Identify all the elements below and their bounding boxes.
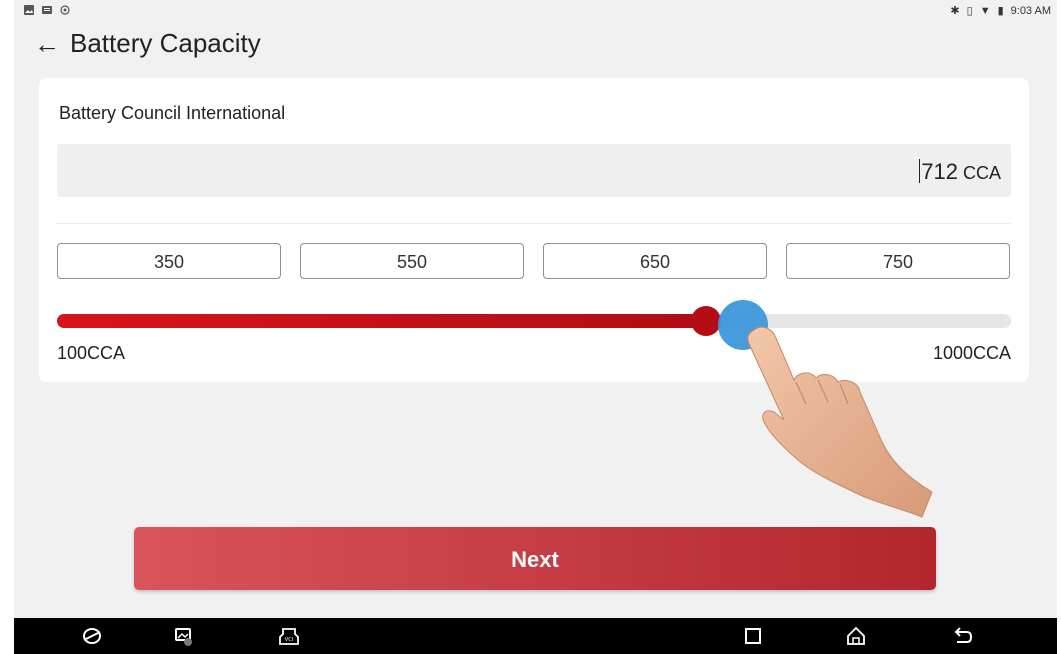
cca-value-display: 712 CCA — [919, 159, 1001, 185]
preset-button-750[interactable]: 750 — [786, 243, 1010, 279]
svg-text:VCI: VCI — [285, 637, 293, 643]
bluetooth-icon: ✱ — [950, 5, 960, 17]
slider-min-label: 100CCA — [57, 343, 126, 363]
settings-notification-icon — [60, 5, 70, 15]
image-notification-icon — [24, 5, 34, 15]
page-title: Battery Capacity — [70, 28, 261, 58]
message-notification-icon — [42, 6, 52, 14]
status-time: 9:03 AM — [1010, 4, 1051, 17]
battery-icon: ▮ — [997, 5, 1004, 17]
cca-input-field[interactable]: 712 CCA — [57, 144, 1011, 197]
recent-apps-icon[interactable] — [742, 625, 764, 647]
status-bar: ✱ ▯ ▼ ▮ 9:03 AM — [14, 0, 1057, 24]
system-nav-bar: VCI — [14, 618, 1057, 654]
cca-value: 712 — [921, 159, 958, 184]
header: ← Battery Capacity — [34, 28, 261, 59]
preset-button-550[interactable]: 550 — [300, 243, 524, 279]
back-arrow-icon[interactable]: ← — [34, 31, 60, 57]
vibrate-icon: ▯ — [966, 5, 973, 17]
next-button[interactable]: Next — [134, 527, 936, 590]
browser-icon[interactable] — [81, 625, 103, 647]
cca-unit: CCA — [962, 163, 1001, 183]
vci-icon[interactable]: VCI — [278, 625, 300, 647]
home-icon[interactable] — [845, 625, 867, 647]
preset-button-650[interactable]: 650 — [543, 243, 767, 279]
wifi-icon: ▼ — [979, 4, 991, 17]
screen: ✱ ▯ ▼ ▮ 9:03 AM ← Battery Capacity Batte… — [14, 0, 1057, 618]
divider — [57, 223, 1011, 224]
pointing-hand-image — [747, 326, 933, 518]
slider-fill — [57, 314, 706, 328]
back-icon[interactable] — [951, 625, 973, 647]
preset-button-350[interactable]: 350 — [57, 243, 281, 279]
gallery-icon[interactable] — [173, 625, 195, 647]
slider-knob[interactable] — [690, 306, 721, 336]
standard-label: Battery Council International — [59, 103, 286, 123]
